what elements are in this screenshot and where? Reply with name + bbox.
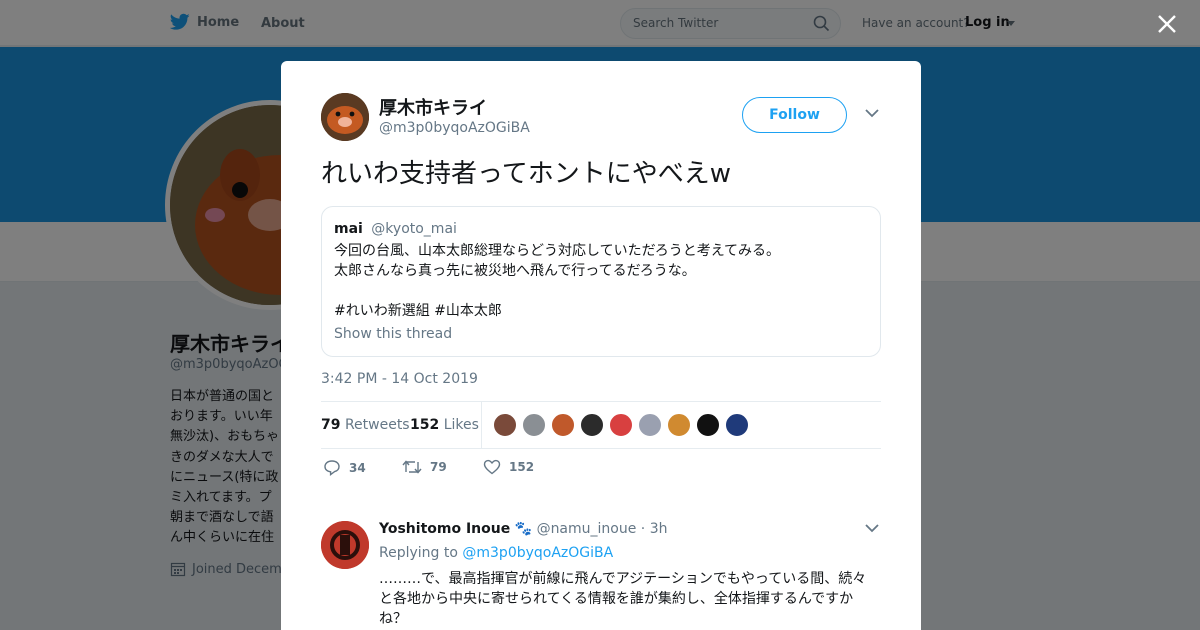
liker-avatar[interactable] (696, 413, 720, 437)
show-thread-link[interactable]: Show this thread (334, 326, 452, 342)
replying-to: Replying to @m3p0byqoAzOGiBA (379, 545, 613, 561)
reply-action[interactable]: 34 (323, 459, 366, 476)
tweet-timestamp[interactable]: 3:42 PM - 14 Oct 2019 (321, 371, 478, 387)
likes-count: 152 (410, 417, 440, 433)
author-handle[interactable]: @m3p0byqoAzOGiBA (379, 120, 530, 136)
liker-avatar[interactable] (580, 413, 604, 437)
quoted-header: mai @kyoto_mai (334, 221, 457, 237)
author-name[interactable]: 厚木市キライ (379, 94, 487, 120)
likes-label: Likes (443, 417, 479, 433)
close-icon[interactable] (1156, 13, 1178, 35)
stats-divider (481, 402, 482, 449)
retweet-action[interactable]: 79 (402, 459, 447, 475)
quoted-tweet[interactable]: mai @kyoto_mai 今回の台風、山本太郎総理ならどう対応していただろう… (321, 206, 881, 357)
heart-icon (483, 459, 501, 475)
like-count: 152 (509, 460, 535, 474)
liker-avatar[interactable] (609, 413, 633, 437)
quoted-text: 今回の台風、山本太郎総理ならどう対応していただろうと考えてみる。 太郎さんなら真… (334, 243, 781, 319)
liker-avatar[interactable] (522, 413, 546, 437)
retweets-count: 79 (321, 417, 341, 433)
liker-avatar[interactable] (725, 413, 749, 437)
replying-to-handle[interactable]: @m3p0byqoAzOGiBA (462, 545, 613, 561)
quoted-author-handle: @kyoto_mai (371, 221, 457, 237)
retweet-count: 79 (430, 460, 447, 474)
chevron-down-icon[interactable] (865, 109, 879, 118)
reply-text: ………で、最高指揮官が前線に飛んでアジテーションでもやっている間、続々と各地から… (379, 571, 867, 627)
retweet-icon (402, 460, 422, 474)
liker-avatars (493, 413, 749, 437)
reply-header: Yoshitomo Inoue 🐾 @namu_inoue · 3h (379, 521, 667, 537)
paw-emoji: 🐾 (514, 521, 533, 537)
retweets-label: Retweets (344, 417, 410, 433)
follow-button[interactable]: Follow (742, 97, 847, 133)
like-action[interactable]: 152 (483, 459, 534, 475)
liker-avatar[interactable] (667, 413, 691, 437)
author-avatar[interactable] (321, 93, 369, 141)
reply-count: 34 (349, 460, 366, 475)
red-badge-icon (321, 521, 369, 569)
reply-time[interactable]: · 3h (641, 521, 668, 537)
reply-author-avatar[interactable] (321, 521, 369, 569)
liker-avatar[interactable] (638, 413, 662, 437)
replying-prefix: Replying to (379, 545, 458, 561)
retweets-stat[interactable]: 79 Retweets (321, 417, 410, 433)
reply-author-name[interactable]: Yoshitomo Inoue (379, 521, 510, 537)
tweet-text: れいわ支持者ってホントにやべえw (321, 159, 731, 189)
liker-avatar[interactable] (493, 413, 517, 437)
quoted-author-name: mai (334, 221, 363, 237)
likes-stat[interactable]: 152 Likes (410, 417, 479, 433)
tweet-modal: 厚木市キライ @m3p0byqoAzOGiBA Follow れいわ支持者ってホ… (281, 61, 921, 630)
reply-author-handle[interactable]: @namu_inoue (537, 521, 637, 537)
tweet-actions: 34 79 152 (321, 459, 881, 481)
reply-icon (324, 460, 340, 476)
liker-avatar[interactable] (551, 413, 575, 437)
tweet-stats: 79 Retweets 152 Likes (321, 401, 881, 449)
chevron-down-icon[interactable] (865, 524, 879, 533)
boar-figure-icon (321, 93, 369, 141)
